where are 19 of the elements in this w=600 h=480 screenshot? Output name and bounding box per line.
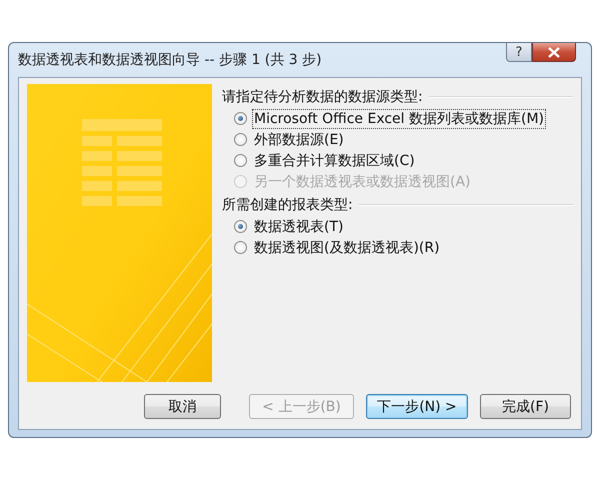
radio-button[interactable] — [234, 241, 247, 254]
radio-button[interactable] — [234, 112, 247, 125]
wizard-button[interactable]: 完成(F) — [480, 394, 571, 419]
radio-button[interactable] — [234, 220, 247, 233]
radio-label[interactable]: 数据透视图(及数据透视表)(R) — [252, 238, 442, 258]
help-button[interactable]: ? — [506, 43, 532, 62]
radio-label[interactable]: Microsoft Office Excel 数据列表或数据库(M) — [252, 108, 546, 128]
radio-button[interactable] — [234, 154, 247, 167]
close-icon — [547, 46, 561, 58]
window-title: 数据透视表和数据透视图向导 -- 步骤 1 (共 3 步) — [18, 51, 323, 69]
section-heading: 请指定待分析数据的数据源类型: — [222, 88, 423, 106]
wizard-button[interactable]: 下一步(N) > — [366, 394, 468, 419]
close-button[interactable] — [532, 43, 576, 62]
radio-button[interactable] — [234, 133, 247, 146]
radio-label[interactable]: 多重合并计算数据区域(C) — [252, 150, 417, 170]
radio-label[interactable]: 数据透视表(T) — [252, 216, 346, 236]
wizard-button[interactable]: 取消 — [144, 394, 221, 419]
radio-label[interactable]: 外部数据源(E) — [252, 130, 346, 150]
section-heading: 所需创建的报表类型: — [222, 196, 353, 214]
